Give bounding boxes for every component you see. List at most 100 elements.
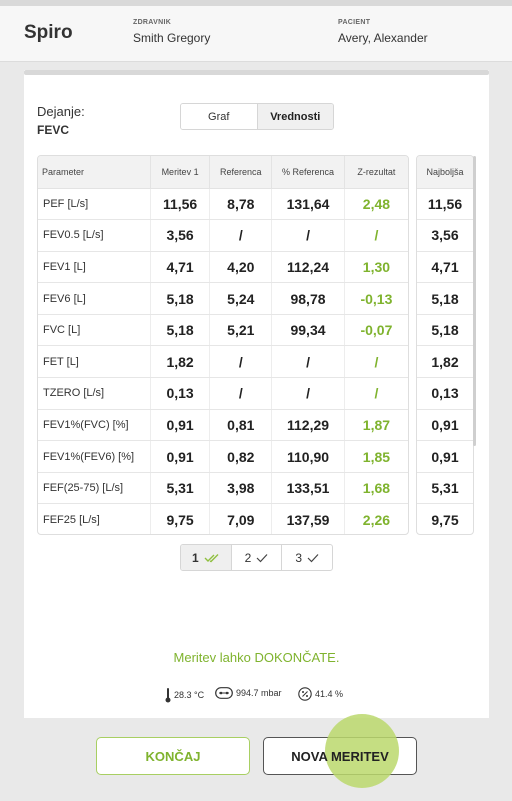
cell-best: 5,18: [417, 314, 473, 347]
table-row: FEV1 [L] 4,71 4,20 112,24 1,30: [38, 251, 408, 284]
measurement-number: 3: [295, 550, 303, 565]
table-row: 1,82: [417, 345, 473, 379]
table-header-row: Parameter Meritev 1 Referenca % Referenc…: [38, 156, 408, 189]
table-row: FEF25 [L/s] 9,75 7,09 137,59 2,26: [38, 503, 408, 534]
pressure-gauge-icon: [215, 687, 233, 699]
cell-measurement-1: 5,31: [150, 472, 211, 505]
cell-best: 4,71: [417, 251, 473, 284]
cell-parameter: FET [L]: [38, 345, 151, 379]
cell-z-score: /: [344, 219, 408, 252]
cell-percent-reference: 131,64: [271, 188, 345, 221]
cell-best: 11,56: [417, 188, 473, 221]
col-header-measurement-1: Meritev 1: [150, 156, 211, 189]
cell-z-score: 1,87: [344, 409, 408, 442]
maneuver-value: FEVC: [37, 123, 70, 137]
table-row: 5,18: [417, 314, 473, 347]
temperature-readout: 28.3 °C: [165, 687, 204, 703]
cell-z-score: 1,30: [344, 251, 408, 284]
finish-button[interactable]: KONČAJ: [96, 737, 250, 775]
humidity-icon: [298, 687, 312, 701]
cell-measurement-1: 0,13: [150, 377, 211, 410]
cell-reference: 0,81: [209, 409, 273, 442]
table-row: TZERO [L/s] 0,13// /: [38, 377, 408, 410]
cell-parameter: FEV1%(FEV6) [%]: [38, 440, 151, 473]
table-row: 5,31: [417, 472, 473, 505]
cell-percent-reference: 112,24: [271, 251, 345, 284]
col-header-z-score: Z-rezultat: [344, 156, 408, 189]
graph-tab[interactable]: Graf: [181, 104, 257, 129]
results-table: Parameter Meritev 1 Referenca % Referenc…: [37, 155, 409, 535]
cell-z-score: 1,68: [344, 472, 408, 505]
humidity-value: 41.4 %: [315, 689, 344, 699]
card-top-bar: [24, 70, 489, 75]
table-row: 4,71: [417, 251, 473, 284]
check-icon: [256, 553, 268, 562]
table-scrollbar[interactable]: [473, 156, 476, 446]
cell-best: 0,91: [417, 440, 473, 473]
cell-best: 3,56: [417, 219, 473, 252]
patient-name: Avery, Alexander: [338, 31, 428, 45]
cell-measurement-1: 5,18: [150, 314, 211, 347]
table-row: FEV1%(FVC) [%] 0,91 0,81 112,29 1,87: [38, 409, 408, 442]
table-row: 5,18: [417, 282, 473, 315]
measurement-tab-2[interactable]: 2: [232, 545, 283, 570]
table-row: FEV0.5 [L/s] 3,56// /: [38, 219, 408, 252]
cell-measurement-1: 11,56: [150, 188, 211, 221]
table-row: FVC [L] 5,18 5,21 99,34 -0,07: [38, 314, 408, 347]
cell-best: 5,31: [417, 472, 473, 505]
cell-reference: 8,78: [209, 188, 273, 221]
cell-percent-reference: /: [271, 345, 345, 379]
humidity-readout: 41.4 %: [298, 687, 343, 701]
col-header-best: Najboljša: [417, 156, 473, 189]
best-values-table: Najboljša 11,56 3,56 4,71 5,18 5,18 1,82 0,13 0…: [416, 155, 474, 535]
table-row: 9,75: [417, 503, 473, 534]
table-row: 0,13: [417, 377, 473, 410]
cell-reference: 5,24: [209, 282, 273, 315]
cell-parameter: FEV1%(FVC) [%]: [38, 409, 151, 442]
new-measurement-label: NOVA MERITEV: [291, 748, 389, 764]
cell-percent-reference: /: [271, 219, 345, 252]
cell-reference: 4,20: [209, 251, 273, 284]
doctor-name: Smith Gregory: [133, 31, 211, 45]
cell-parameter: FEV1 [L]: [38, 251, 151, 284]
cell-best: 0,13: [417, 377, 473, 410]
cell-measurement-1: 4,71: [150, 251, 211, 284]
table-row: FEV1%(FEV6) [%] 0,91 0,82 110,90 1,85: [38, 440, 408, 473]
cell-parameter: FVC [L]: [38, 314, 151, 347]
col-header-reference: Referenca: [209, 156, 273, 189]
best-header-row: Najboljša: [417, 156, 473, 189]
cell-percent-reference: /: [271, 377, 345, 410]
cell-measurement-1: 0,91: [150, 440, 211, 473]
cell-measurement-1: 0,91: [150, 409, 211, 442]
cell-reference: 3,98: [209, 472, 273, 505]
cell-parameter: FEV6 [L]: [38, 282, 151, 315]
cell-percent-reference: 133,51: [271, 472, 345, 505]
double-check-icon: [204, 553, 219, 562]
table-row: 3,56: [417, 219, 473, 252]
cell-measurement-1: 9,75: [150, 503, 211, 534]
cell-percent-reference: 112,29: [271, 409, 345, 442]
cell-reference: 0,82: [209, 440, 273, 473]
pressure-value: 994.7 mbar: [236, 688, 282, 698]
col-header-percent-reference: % Referenca: [271, 156, 345, 189]
app-header: Spiro ZDRAVNIK Smith Gregory PACIENT Ave…: [0, 6, 512, 62]
cell-reference: 5,21: [209, 314, 273, 347]
app-title: Spiro: [24, 22, 73, 43]
col-header-parameter: Parameter: [38, 156, 151, 189]
cell-parameter: FEF25 [L/s]: [38, 503, 151, 534]
cell-z-score: 2,26: [344, 503, 408, 534]
cell-reference: /: [209, 377, 273, 410]
table-row: 0,91: [417, 440, 473, 473]
cell-parameter: FEF(25-75) [L/s]: [38, 472, 151, 505]
temperature-value: 28.3 °C: [174, 690, 205, 700]
cell-measurement-1: 3,56: [150, 219, 211, 252]
pressure-readout: 994.7 mbar: [215, 687, 282, 699]
values-tab[interactable]: Vrednosti: [256, 104, 333, 129]
thermometer-icon: [165, 688, 171, 703]
measurement-tab-1[interactable]: 1: [181, 545, 232, 570]
cell-z-score: /: [344, 377, 408, 410]
cell-parameter: FEV0.5 [L/s]: [38, 219, 151, 252]
view-toggle: Graf Vrednosti: [180, 103, 334, 130]
measurement-tab-3[interactable]: 3: [282, 545, 332, 570]
status-message: Meritev lahko DOKONČATE.: [173, 650, 340, 665]
